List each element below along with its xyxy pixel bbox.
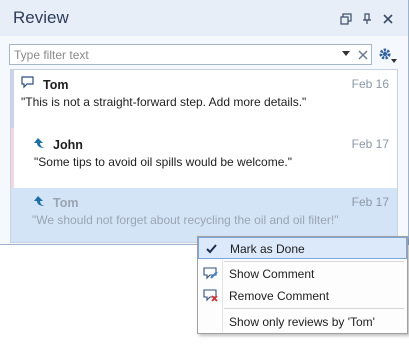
review-item-done[interactable]: Tom Feb 17 "We should not forget about r… — [11, 188, 397, 242]
review-item[interactable]: John Feb 17 "Some tips to avoid oil spil… — [11, 128, 397, 188]
reply-icon — [34, 194, 48, 208]
menu-item-label: Mark as Done — [230, 242, 305, 256]
context-menu: Mark as Done Show Comment Remove Comment… — [197, 236, 408, 334]
menu-item-show-comment[interactable]: Show Comment — [198, 263, 407, 285]
menu-item-label: Remove Comment — [229, 289, 330, 303]
review-author: Tom — [53, 196, 79, 210]
settings-gear-icon[interactable] — [376, 44, 398, 66]
menu-item-remove-comment[interactable]: Remove Comment — [198, 285, 407, 307]
review-item[interactable]: Tom Feb 16 "This is not a straight-forwa… — [11, 70, 397, 128]
menu-separator — [224, 308, 404, 309]
filter-box — [9, 44, 372, 65]
filter-dropdown-icon[interactable] — [342, 51, 350, 56]
menu-separator — [224, 261, 404, 262]
menu-item-show-only-author[interactable]: Show only reviews by 'Tom' — [198, 311, 407, 333]
restore-window-icon[interactable] — [339, 13, 353, 27]
review-text: "We should not forget about recycling th… — [32, 213, 339, 227]
review-text: "Some tips to avoid oil spills would be … — [34, 155, 292, 169]
review-text: "This is not a straight-forward step. Ad… — [21, 95, 307, 109]
menu-item-mark-done[interactable]: Mark as Done — [198, 237, 407, 259]
panel-titlebar: Review — [0, 0, 408, 36]
comment-icon — [21, 75, 35, 89]
review-date: Feb 17 — [351, 137, 389, 151]
reply-icon — [34, 136, 48, 150]
close-icon[interactable] — [381, 13, 395, 27]
filter-input[interactable] — [10, 45, 340, 64]
menu-item-label: Show only reviews by 'Tom' — [229, 315, 375, 329]
pin-icon[interactable] — [360, 13, 374, 27]
review-author: John — [53, 138, 83, 152]
review-author: Tom — [43, 78, 69, 92]
checkmark-icon — [204, 241, 220, 257]
review-date: Feb 17 — [351, 195, 389, 209]
show-comment-icon — [203, 266, 219, 282]
panel-title: Review — [13, 8, 69, 27]
clear-filter-icon[interactable] — [356, 45, 370, 64]
review-date: Feb 16 — [351, 77, 389, 91]
remove-comment-icon — [203, 288, 219, 304]
menu-item-label: Show Comment — [229, 267, 315, 281]
review-list: Tom Feb 16 "This is not a straight-forwa… — [10, 69, 398, 243]
review-panel: Review Tom Feb 16 — [0, 0, 409, 245]
